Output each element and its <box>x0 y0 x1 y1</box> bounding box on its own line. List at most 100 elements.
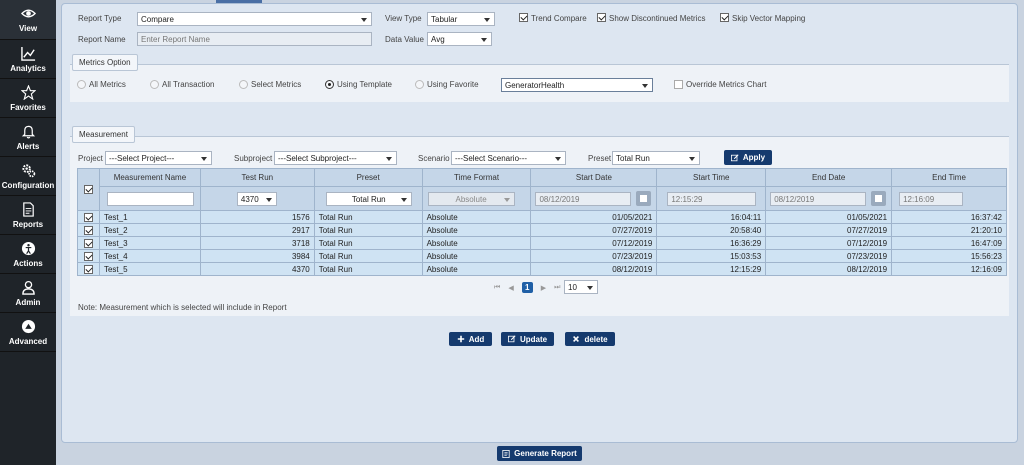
test-run-filter-select[interactable]: 4370 <box>236 192 277 206</box>
radio-select-metrics[interactable] <box>239 80 248 89</box>
table-row[interactable]: Test_1 1576 Total Run Absolute 01/05/2021 16:… <box>77 210 1007 224</box>
filter-cell: 4370 <box>199 186 315 211</box>
column-header[interactable]: Time Format <box>421 168 532 187</box>
show-discontinued-checkbox[interactable] <box>597 13 606 22</box>
filter-cell: 08/12/2019 <box>530 186 658 211</box>
row-checkbox[interactable] <box>83 225 93 235</box>
end-date-calendar-button[interactable] <box>871 191 887 206</box>
row-checkbox[interactable] <box>83 238 93 248</box>
table-row[interactable]: Test_5 4370 Total Run Absolute 08/12/2019 12:… <box>77 262 1007 276</box>
row-checkbox-cell <box>77 210 100 224</box>
report-name-input[interactable]: Enter Report Name <box>137 32 372 46</box>
metrics-option-legend: Metrics Option <box>72 54 138 71</box>
view-type-select[interactable]: Tabular <box>427 12 495 26</box>
radio-all-transaction[interactable] <box>150 80 159 89</box>
sidebar-item-reports[interactable]: Reports <box>0 196 56 235</box>
column-header[interactable]: End Date <box>765 168 893 187</box>
cell-start-date: 01/05/2021 <box>530 210 658 224</box>
radio-using-template[interactable] <box>325 80 334 89</box>
filter-cell: 12:15:29 <box>656 186 767 211</box>
override-metrics-label: Override Metrics Chart <box>686 80 767 89</box>
measurement-table: Measurement Name Test Run Preset Time Fo… <box>77 168 1007 276</box>
radio-label: Using Favorite <box>427 80 479 89</box>
cell-end-time: 21:20:10 <box>891 223 1007 237</box>
radio-all-metrics[interactable] <box>77 80 86 89</box>
chart-icon <box>20 46 35 61</box>
preset-label: Preset <box>588 154 612 163</box>
select-all-checkbox[interactable] <box>83 185 93 194</box>
cell-run: 3718 <box>199 236 315 250</box>
column-header[interactable]: Start Date <box>530 168 658 187</box>
sidebar-item-configuration[interactable]: Configuration <box>0 157 56 196</box>
start-date-input[interactable]: 08/12/2019 <box>535 192 632 206</box>
sidebar-item-view[interactable]: View <box>0 0 56 40</box>
cell-name: Test_5 <box>98 262 201 276</box>
cell-format: Absolute <box>421 236 532 250</box>
row-checkbox[interactable] <box>83 264 93 274</box>
plus-icon <box>457 335 464 343</box>
preset-filter-select[interactable]: Total Run <box>325 192 412 206</box>
first-page-icon[interactable]: ⏮ <box>494 284 500 292</box>
column-header[interactable]: Measurement Name <box>98 168 201 187</box>
column-header[interactable]: End Time <box>891 168 1007 187</box>
update-button[interactable]: Update <box>501 332 554 346</box>
sidebar-item-admin[interactable]: Admin <box>0 274 56 313</box>
subproject-select[interactable]: ---Select Subproject--- <box>274 151 397 165</box>
skip-vector-checkbox[interactable] <box>720 13 729 22</box>
end-date-input[interactable]: 08/12/2019 <box>770 192 867 206</box>
preset-select[interactable]: Total Run <box>612 151 700 165</box>
cell-start-date: 08/12/2019 <box>530 262 658 276</box>
apply-button[interactable]: Apply <box>724 150 772 165</box>
cell-format: Absolute <box>421 249 532 263</box>
column-header[interactable]: Start Time <box>656 168 767 187</box>
current-page-button[interactable]: 1 <box>521 282 533 293</box>
trend-compare-checkbox[interactable] <box>519 13 528 22</box>
start-time-input[interactable]: 12:15:29 <box>667 192 757 206</box>
cell-run: 4370 <box>199 262 315 276</box>
radio-label: All Metrics <box>89 80 126 89</box>
data-value-select[interactable]: Avg <box>427 32 492 46</box>
next-page-icon[interactable]: ▶ <box>541 284 546 292</box>
start-date-calendar-button[interactable] <box>636 191 652 206</box>
measurement-name-filter-input[interactable] <box>106 192 194 206</box>
column-header[interactable]: Test Run <box>199 168 315 187</box>
sidebar-item-alerts[interactable]: Alerts <box>0 118 56 157</box>
actions-icon <box>21 241 35 255</box>
radio-label: Select Metrics <box>251 80 302 89</box>
cell-run: 3984 <box>199 249 315 263</box>
end-time-input[interactable]: 12:16:09 <box>899 192 964 206</box>
table-row[interactable]: Test_4 3984 Total Run Absolute 07/23/2019 15:… <box>77 249 1007 263</box>
override-metrics-checkbox[interactable] <box>674 80 683 89</box>
page-size-select[interactable]: 10 <box>564 280 598 294</box>
data-value-label: Data Value <box>385 35 424 44</box>
cell-format: Absolute <box>421 262 532 276</box>
sidebar-item-actions[interactable]: Actions <box>0 235 56 274</box>
cell-format: Absolute <box>421 210 532 224</box>
add-button[interactable]: Add <box>449 332 492 346</box>
row-checkbox[interactable] <box>83 212 93 222</box>
table-row[interactable]: Test_3 3718 Total Run Absolute 07/12/2019 16:… <box>77 236 1007 250</box>
scenario-select[interactable]: ---Select Scenario--- <box>451 151 566 165</box>
project-label: Project <box>78 154 103 163</box>
cell-start-time: 20:58:40 <box>656 223 767 237</box>
cell-end-date: 08/12/2019 <box>765 262 893 276</box>
table-header-row: Measurement Name Test Run Preset Time Fo… <box>77 168 1007 211</box>
sidebar-item-favorites[interactable]: Favorites <box>0 79 56 118</box>
report-type-select[interactable]: Compare <box>137 12 372 26</box>
sidebar-item-analytics[interactable]: Analytics <box>0 40 56 79</box>
document-icon <box>22 201 34 217</box>
delete-button[interactable]: delete <box>565 332 615 346</box>
column-header[interactable]: Preset <box>313 168 423 187</box>
generate-report-button[interactable]: Generate Report <box>497 446 582 461</box>
table-row[interactable]: Test_2 2917 Total Run Absolute 07/27/2019 20:… <box>77 223 1007 237</box>
time-format-filter-select[interactable]: Absolute <box>427 192 515 206</box>
row-checkbox-cell <box>77 223 100 237</box>
prev-page-icon[interactable]: ◀ <box>508 284 513 292</box>
project-select[interactable]: ---Select Project--- <box>105 151 212 165</box>
template-select[interactable]: GeneratorHealth <box>501 78 653 92</box>
cell-start-time: 12:15:29 <box>656 262 767 276</box>
sidebar-item-advanced[interactable]: Advanced <box>0 313 56 352</box>
radio-using-favorite[interactable] <box>415 80 424 89</box>
row-checkbox[interactable] <box>83 251 93 261</box>
last-page-icon[interactable]: ⏭ <box>554 284 560 292</box>
